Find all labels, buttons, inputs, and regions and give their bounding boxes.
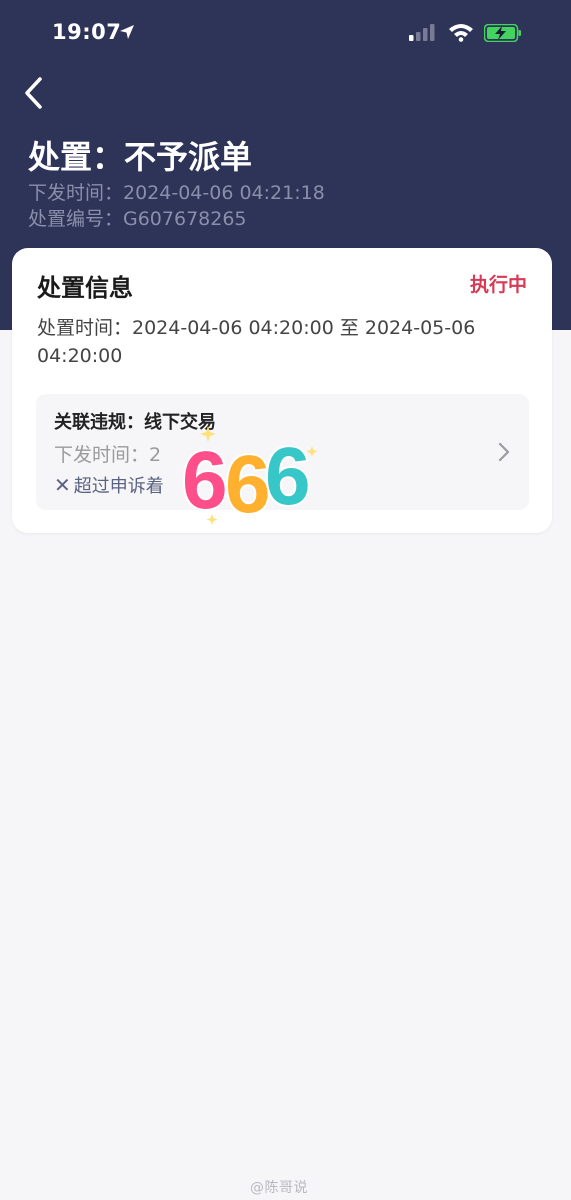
status-bar: 19:07 <box>0 0 571 66</box>
status-badge: 执行中 <box>469 274 527 296</box>
chevron-left-icon <box>25 77 42 109</box>
weibo-watermark: @陈哥说 <box>250 1180 308 1196</box>
disposal-number: 处置编号：G607678265 <box>28 208 247 230</box>
sticker-666: 6 6 6 <box>180 426 318 530</box>
related-issue-time: 下发时间：2 <box>54 444 162 466</box>
appeal-status: ✕ 超过申诉着 <box>54 472 164 498</box>
status-time: 19:07 <box>52 20 122 44</box>
page-title: 处置：不予派单 <box>28 138 253 176</box>
sticker-digit: 6 <box>265 431 311 522</box>
sticker-digit: 6 <box>182 435 228 526</box>
location-arrow-icon <box>120 25 134 39</box>
cellular-signal-icon <box>409 24 435 41</box>
chevron-right-icon <box>498 442 510 462</box>
appeal-status-text: 超过申诉着 <box>73 476 164 497</box>
disposal-period: 处置时间：2024-04-06 04:20:00 至 2024-05-06 04… <box>37 317 476 367</box>
wifi-icon <box>449 24 473 42</box>
back-button[interactable] <box>20 74 54 114</box>
issue-time: 下发时间：2024-04-06 04:21:18 <box>28 182 325 204</box>
card-title: 处置信息 <box>37 274 133 302</box>
battery-charging-icon <box>484 24 521 42</box>
sticker-digit: 6 <box>225 439 271 530</box>
close-icon: ✕ <box>54 473 71 497</box>
